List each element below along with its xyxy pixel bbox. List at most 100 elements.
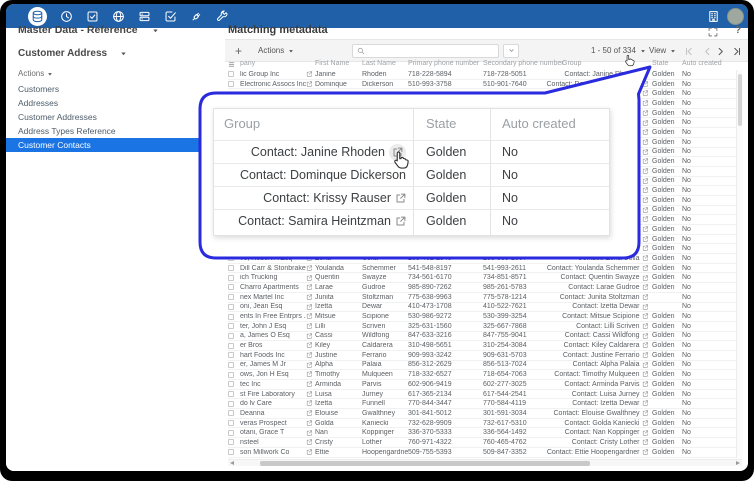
vertical-scrollbar[interactable]: [736, 70, 743, 458]
table-row[interactable]: do lv CareIzettaFunnell770-844-3447770-5…: [228, 399, 736, 409]
open-record-icon[interactable]: [642, 71, 649, 78]
open-record-icon[interactable]: [306, 381, 313, 388]
row-checkbox[interactable]: [228, 284, 234, 290]
open-record-icon[interactable]: [306, 400, 313, 407]
group-link[interactable]: Contact: Janine Rhoden: [564, 70, 648, 79]
open-record-icon[interactable]: [306, 352, 313, 359]
fullscreen-icon[interactable]: [708, 27, 718, 37]
row-checkbox[interactable]: [228, 381, 234, 387]
row-checkbox[interactable]: [228, 362, 234, 368]
open-record-icon[interactable]: [642, 342, 649, 349]
row-checkbox[interactable]: [228, 255, 234, 261]
row-checkbox[interactable]: [228, 304, 234, 310]
row-checkbox[interactable]: [228, 401, 234, 407]
group-link[interactable]: Contact: Zona Colla: [578, 254, 648, 263]
open-record-icon[interactable]: [642, 178, 649, 185]
open-record-icon[interactable]: [306, 420, 313, 427]
table-row[interactable]: ordGoldenNo: [228, 235, 736, 245]
row-checkbox[interactable]: [228, 343, 234, 349]
open-record-icon[interactable]: [642, 149, 649, 156]
group-link[interactable]: erre: [627, 244, 648, 253]
callout-group-link[interactable]: Contact: Dominque Dickerson: [214, 164, 411, 186]
callout-group-link[interactable]: Contact: Krissy Rauser: [214, 187, 411, 209]
search-filter-dropdown[interactable]: [503, 44, 519, 58]
column-menu-icon[interactable]: [228, 61, 235, 68]
group-link[interactable]: auser: [622, 89, 648, 98]
open-record-icon[interactable]: [642, 400, 649, 407]
open-record-icon[interactable]: [642, 313, 649, 320]
group-link[interactable]: Contact: Luisa Jurney: [572, 390, 648, 399]
open-record-icon[interactable]: [306, 439, 313, 446]
row-checkbox[interactable]: [228, 420, 234, 426]
row-checkbox[interactable]: [228, 439, 234, 445]
open-record-icon[interactable]: [642, 255, 649, 262]
open-record-icon[interactable]: [642, 168, 649, 175]
open-record-icon[interactable]: [642, 216, 649, 223]
column-header-state[interactable]: State: [652, 60, 668, 67]
group-link[interactable]: Contact: Alpha Palaia: [573, 361, 648, 370]
scroll-right-arrow[interactable]: [736, 461, 740, 465]
vertical-scrollbar-thumb[interactable]: [738, 74, 742, 126]
open-record-icon[interactable]: [306, 323, 313, 330]
table-row[interactable]: tec IncArmindaParvis602-906-9419602-277-…: [228, 380, 736, 390]
table-row[interactable]: st Fire LaboratoryLuisaJurney617-365-213…: [228, 390, 736, 400]
open-record-icon[interactable]: [306, 294, 313, 301]
row-checkbox[interactable]: [228, 81, 234, 87]
callout-group-link[interactable]: Contact: Janine Rhoden: [214, 141, 411, 163]
open-record-icon[interactable]: [642, 90, 649, 97]
horizontal-scrollbar-thumb[interactable]: [260, 461, 590, 466]
group-link[interactable]: czki: [627, 196, 648, 205]
table-row[interactable]: ows, Jon H EsqTimothyMulqueen718-332-652…: [228, 370, 736, 380]
open-record-icon[interactable]: [642, 110, 649, 117]
open-record-icon[interactable]: [306, 255, 313, 262]
group-link[interactable]: Contact: Izetta Dewar: [572, 399, 648, 408]
open-record-icon[interactable]: [642, 391, 649, 398]
previous-page-button[interactable]: [703, 47, 712, 56]
table-row[interactable]: a, James O EsqCassiWildfong847-633-32168…: [228, 332, 736, 342]
scroll-left-arrow[interactable]: [230, 461, 234, 465]
open-record-icon[interactable]: [642, 430, 649, 437]
table-row[interactable]: nsteelCristyLother760-971-4322760-465-47…: [228, 438, 736, 448]
next-page-button[interactable]: [716, 47, 725, 56]
open-record-icon[interactable]: [642, 129, 649, 136]
open-record-icon[interactable]: [306, 275, 313, 282]
open-record-icon[interactable]: [306, 81, 313, 88]
group-link[interactable]: Contact: Izetta Dewar: [572, 303, 648, 312]
open-record-icon[interactable]: [642, 226, 649, 233]
row-checkbox[interactable]: [228, 430, 234, 436]
table-row[interactable]: nex Martel IncJunitaStoltzman775-638-996…: [228, 293, 736, 303]
open-record-icon[interactable]: [642, 187, 649, 194]
help-icon[interactable]: ?: [735, 25, 741, 36]
group-link[interactable]: ner: [629, 215, 648, 224]
open-record-icon[interactable]: [642, 139, 649, 146]
last-page-button[interactable]: [733, 47, 742, 56]
column-header-group[interactable]: Group: [562, 60, 581, 67]
group-link[interactable]: Contact: Youlanda Schemmer: [547, 264, 648, 273]
callout-group-link[interactable]: Contact: Samira Heintzman: [214, 210, 411, 232]
group-link[interactable]: Contact: Dominque Dickerson: [547, 80, 649, 89]
open-record-icon[interactable]: [306, 284, 313, 291]
group-link[interactable]: Contact: Larae Gudroe: [568, 283, 648, 292]
table-row[interactable]: ents In Free Entrprs ...MitsueScipione53…: [228, 312, 736, 322]
row-checkbox[interactable]: [228, 410, 234, 416]
open-record-icon[interactable]: [642, 333, 649, 340]
group-link[interactable]: ritz: [630, 109, 648, 118]
search-box[interactable]: [352, 44, 499, 58]
group-link[interactable]: Contact: Golda Kaniecki: [564, 419, 648, 428]
table-row[interactable]: lic Group IncJanineRhoden718-228-5894718…: [228, 70, 736, 80]
group-link[interactable]: Contact: Ettie Hoopengardner: [547, 448, 648, 457]
group-link[interactable]: Contact: Quentin Swayze: [561, 273, 649, 282]
table-row[interactable]: ich TruckingQuentinSwayze734-561-6170734…: [228, 273, 736, 283]
table-row[interactable]: Charro ApartmentsLaraeGudroe985-890-7262…: [228, 283, 736, 293]
row-checkbox[interactable]: [228, 333, 234, 339]
table-row[interactable]: auserGoldenNo: [228, 89, 736, 99]
open-record-icon[interactable]: [642, 207, 649, 214]
open-record-icon[interactable]: [306, 410, 313, 417]
open-record-icon[interactable]: [642, 197, 649, 204]
open-record-icon[interactable]: [306, 313, 313, 320]
open-record-icon[interactable]: [642, 420, 649, 427]
column-header-secondary-phone-number[interactable]: Secondary phone number: [483, 60, 564, 67]
open-record-icon[interactable]: [306, 391, 313, 398]
group-link[interactable]: resi: [628, 138, 648, 147]
open-record-icon[interactable]: [306, 71, 313, 78]
